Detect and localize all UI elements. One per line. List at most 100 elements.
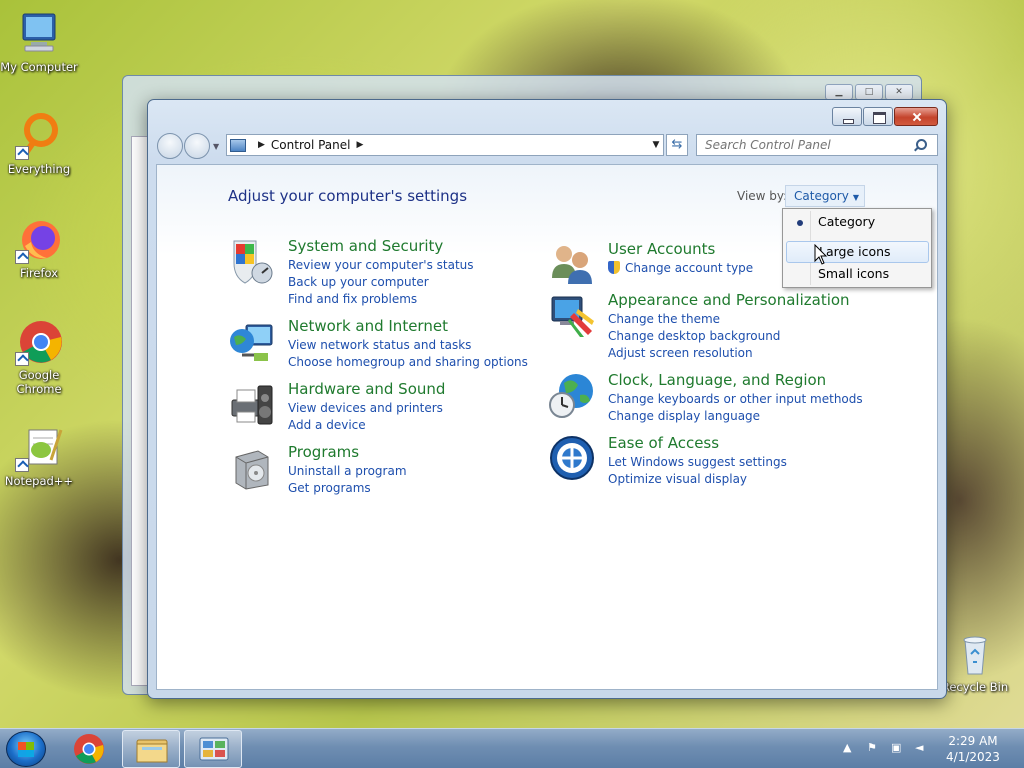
link-homegroup-sharing[interactable]: Choose homegroup and sharing options <box>288 354 528 371</box>
control-panel-window[interactable]: ▼ ▶ Control Panel ▶ ▼ ⇆ Adjust your comp… <box>147 99 947 699</box>
link-change-desktop-background[interactable]: Change desktop background <box>608 328 780 345</box>
taskbar-file-explorer[interactable] <box>122 730 180 768</box>
back-button[interactable] <box>157 133 183 159</box>
menu-item-small-icons[interactable]: Small icons <box>786 263 929 285</box>
taskbar-control-panel[interactable] <box>184 730 242 768</box>
desktop-icon-everything[interactable]: Everything <box>0 112 78 176</box>
monitor-palette-icon[interactable] <box>548 291 596 339</box>
refresh-icon: ⇆ <box>671 137 683 152</box>
view-by-value: Category <box>794 189 849 203</box>
view-by-menu: Category Large icons Small icons <box>782 208 932 288</box>
chrome-icon <box>15 318 63 366</box>
view-by-dropdown[interactable]: Category ▼ <box>785 185 865 207</box>
desktop-icon-label: Notepad++ <box>4 474 74 488</box>
link-view-devices-printers[interactable]: View devices and printers <box>288 400 443 417</box>
search-box[interactable] <box>696 134 938 156</box>
notepad-plus-plus-icon <box>15 424 63 472</box>
category-title[interactable]: Hardware and Sound <box>288 380 445 398</box>
link-find-fix-problems[interactable]: Find and fix problems <box>288 291 474 308</box>
maximize-icon[interactable]: □ <box>855 84 883 100</box>
link-change-theme[interactable]: Change the theme <box>608 311 780 328</box>
desktop-icon-my-computer[interactable]: My Computer <box>0 10 78 74</box>
view-by-label: View by: <box>737 189 788 203</box>
category-links: Change the theme Change desktop backgrou… <box>608 311 780 362</box>
background-window-caption-buttons: ▁ □ ✕ <box>825 84 913 100</box>
system-tray: ▲ ⚑ ▣ ◄ <box>843 741 929 755</box>
control-panel-icon <box>230 138 246 152</box>
network-icon[interactable]: ▣ <box>891 741 905 755</box>
close-button[interactable] <box>894 107 938 126</box>
volume-muted-icon[interactable]: ◄ <box>915 741 929 755</box>
category-title[interactable]: Appearance and Personalization <box>608 291 850 309</box>
link-review-computer-status[interactable]: Review your computer's status <box>288 257 474 274</box>
menu-item-category[interactable]: Category <box>786 211 929 233</box>
link-back-up-computer[interactable]: Back up your computer <box>288 274 474 291</box>
start-button[interactable] <box>6 731 46 767</box>
desktop-icon-google-chrome[interactable]: Google Chrome <box>0 318 78 396</box>
show-hidden-icons-icon[interactable]: ▲ <box>843 741 857 755</box>
category-title[interactable]: Programs <box>288 443 359 461</box>
category-links: Uninstall a program Get programs <box>288 463 407 497</box>
link-let-windows-suggest-settings[interactable]: Let Windows suggest settings <box>608 454 787 471</box>
category-links: View devices and printers Add a device <box>288 400 443 434</box>
breadcrumb-separator-icon[interactable]: ▶ <box>258 140 265 150</box>
recent-pages-dropdown-icon[interactable]: ▼ <box>213 142 219 151</box>
link-optimize-visual-display[interactable]: Optimize visual display <box>608 471 787 488</box>
forward-button[interactable] <box>184 133 210 159</box>
minimize-icon[interactable]: ▁ <box>825 84 853 100</box>
globe-network-icon[interactable] <box>228 317 276 365</box>
category-title[interactable]: Clock, Language, and Region <box>608 371 826 389</box>
programs-box-icon[interactable] <box>228 443 276 491</box>
category-links: Review your computer's status Back up yo… <box>288 257 474 308</box>
search-input[interactable] <box>697 138 907 152</box>
shortcut-arrow-icon <box>15 352 29 366</box>
clock[interactable]: 2:29 AM 4/1/2023 <box>936 733 1010 765</box>
firefox-icon <box>15 216 63 264</box>
close-icon[interactable]: ✕ <box>885 84 913 100</box>
link-change-account-type[interactable]: Change account type <box>608 260 753 277</box>
breadcrumb-separator-icon[interactable]: ▶ <box>357 140 364 150</box>
chevron-down-icon: ▼ <box>852 193 859 202</box>
shortcut-arrow-icon <box>15 146 29 160</box>
link-change-display-language[interactable]: Change display language <box>608 408 863 425</box>
shield-icon[interactable] <box>228 237 276 285</box>
search-icon[interactable] <box>913 138 927 152</box>
folder-icon <box>136 739 168 763</box>
link-uninstall-program[interactable]: Uninstall a program <box>288 463 407 480</box>
link-view-network-status[interactable]: View network status and tasks <box>288 337 528 354</box>
desktop-icon-label: My Computer <box>0 60 78 74</box>
globe-clock-icon[interactable] <box>548 371 596 419</box>
minimize-button[interactable] <box>832 107 862 126</box>
address-bar[interactable]: ▶ Control Panel ▶ ▼ <box>226 134 664 156</box>
desktop-icon-firefox[interactable]: Firefox <box>0 216 78 280</box>
category-title[interactable]: System and Security <box>288 237 443 255</box>
page-title: Adjust your computer's settings <box>228 187 468 205</box>
desktop-icon-label: Everything <box>7 162 71 176</box>
desktop-icon-notepad-plus-plus[interactable]: Notepad++ <box>0 424 78 488</box>
uac-shield-icon <box>608 261 620 274</box>
link-adjust-screen-resolution[interactable]: Adjust screen resolution <box>608 345 780 362</box>
link-get-programs[interactable]: Get programs <box>288 480 407 497</box>
menu-item-label: Large icons <box>819 244 891 259</box>
desktop-icon-label: Recycle Bin <box>941 680 1009 694</box>
link-change-keyboards[interactable]: Change keyboards or other input methods <box>608 391 863 408</box>
category-title[interactable]: Ease of Access <box>608 434 719 452</box>
breadcrumb-control-panel[interactable]: Control Panel <box>271 138 351 152</box>
menu-item-large-icons[interactable]: Large icons <box>786 241 929 263</box>
category-title[interactable]: User Accounts <box>608 240 715 258</box>
refresh-button[interactable]: ⇆ <box>666 134 688 156</box>
maximize-button[interactable] <box>863 107 893 126</box>
users-icon[interactable] <box>548 240 596 288</box>
everything-search-icon <box>15 112 63 160</box>
address-dropdown-icon[interactable]: ▼ <box>649 140 663 150</box>
ease-of-access-icon[interactable] <box>548 434 596 482</box>
desktop-icon-recycle-bin[interactable]: Recycle Bin <box>936 630 1014 694</box>
category-title[interactable]: Network and Internet <box>288 317 448 335</box>
link-add-device[interactable]: Add a device <box>288 417 443 434</box>
taskbar-chrome[interactable] <box>60 730 118 768</box>
clock-date: 4/1/2023 <box>946 750 1000 764</box>
control-panel-icon <box>199 737 229 761</box>
action-center-flag-icon[interactable]: ⚑ <box>867 741 881 755</box>
printer-speaker-icon[interactable] <box>228 380 276 428</box>
chrome-icon <box>74 734 104 764</box>
